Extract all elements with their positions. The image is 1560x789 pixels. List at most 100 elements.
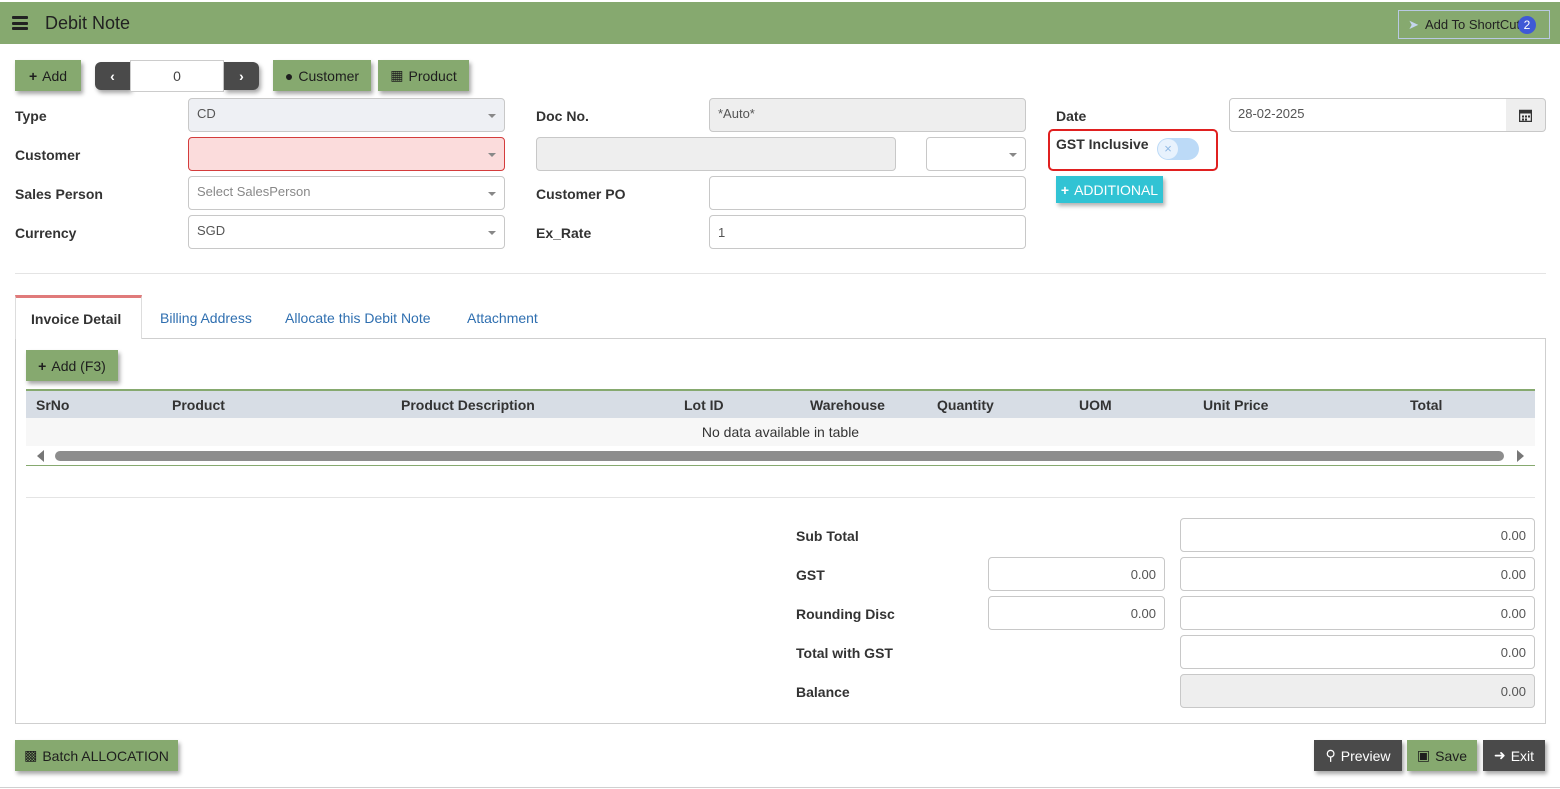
preview-button[interactable]: ⚲ Preview [1314,740,1402,771]
col-srno[interactable]: SrNo [36,397,69,413]
customer-button[interactable]: ● Customer [273,60,371,91]
prev-record-button[interactable]: ‹ [95,62,130,90]
gift-icon: ▦ [390,67,404,83]
gst-rate-input[interactable]: 0.00 [988,557,1165,591]
scrollbar-thumb[interactable] [55,451,1504,461]
user-icon: ● [284,67,294,84]
table-header: SrNo Product Product Description Lot ID … [26,389,1535,418]
chevron-down-icon [1009,153,1017,157]
exit-button[interactable]: ➜ Exit [1483,740,1545,771]
rounding-rate-input[interactable]: 0.00 [988,596,1165,630]
gst-inclusive-toggle[interactable]: × [1157,138,1199,160]
customer-po-input[interactable] [709,176,1026,210]
customer-extra-select[interactable] [926,137,1026,171]
chevron-down-icon [488,231,496,235]
total-with-gst-field: 0.00 [1180,635,1535,669]
currency-select[interactable]: SGD [188,215,505,249]
balance-field: 0.00 [1180,674,1535,708]
customer-name-field [536,137,896,171]
date-field[interactable]: 28-02-2025 [1229,98,1509,132]
tab-allocate-debit-note[interactable]: Allocate this Debit Note [285,310,431,326]
col-unit-price[interactable]: Unit Price [1203,397,1268,413]
col-uom[interactable]: UOM [1079,397,1112,413]
divider [26,497,1535,498]
divider [15,273,1546,274]
col-product[interactable]: Product [172,397,225,413]
product-button[interactable]: ▦ Product [378,60,469,91]
gst-inclusive-label: GST Inclusive [1056,136,1149,152]
chevron-right-icon: › [239,68,244,84]
save-icon: ▣ [1416,747,1431,763]
rounding-amount-field: 0.00 [1180,596,1535,630]
additional-button[interactable]: + ADDITIONAL [1056,176,1163,203]
total-with-gst-label: Total with GST [796,645,893,661]
add-line-label: Add (F3) [51,357,106,374]
sub-total-label: Sub Total [796,528,859,544]
rocket-icon: ➤ [1408,17,1419,32]
empty-table-message: No data available in table [701,424,860,440]
gst-amount-field: 0.00 [1180,557,1535,591]
scroll-right-icon[interactable] [1517,450,1524,462]
type-label: Type [15,108,47,124]
next-record-button[interactable]: › [224,62,259,90]
tab-attachment[interactable]: Attachment [467,310,538,326]
plus-icon: + [1060,181,1070,198]
currency-label: Currency [15,225,77,241]
chevron-down-icon [488,153,496,157]
tab-billing-address[interactable]: Billing Address [160,310,252,326]
archive-icon: ▩ [24,747,38,763]
batch-allocation-label: Batch ALLOCATION [42,747,169,764]
add-label: Add [42,67,68,84]
top-bar: Debit Note ➤ Add To ShortCut 2 [0,2,1560,44]
currency-value: SGD [197,223,226,238]
doc-no-label: Doc No. [536,108,589,124]
close-icon: × [1158,139,1178,159]
chevron-down-icon [488,114,496,118]
balance-label: Balance [796,684,850,700]
bottom-border [0,787,1560,788]
sales-person-placeholder: Select SalesPerson [197,184,311,199]
sales-person-select[interactable]: Select SalesPerson [188,176,505,210]
type-value: CD [197,106,216,121]
col-warehouse[interactable]: Warehouse [810,397,885,413]
col-lot-id[interactable]: Lot ID [684,397,724,413]
save-label: Save [1435,747,1468,764]
shortcut-count-badge: 2 [1518,16,1536,34]
chevron-down-icon [488,192,496,196]
page-title: Debit Note [45,13,131,33]
calendar-icon [1519,109,1532,122]
add-button[interactable]: + Add [15,60,81,91]
col-product-description[interactable]: Product Description [401,397,535,413]
sub-total-field: 0.00 [1180,518,1535,552]
product-label: Product [408,67,457,84]
date-label: Date [1056,108,1087,124]
batch-allocation-button[interactable]: ▩ Batch ALLOCATION [15,740,178,771]
plus-icon: + [38,357,47,374]
plus-icon: + [28,67,38,84]
horizontal-scrollbar[interactable] [26,446,1535,466]
sign-out-icon: ➜ [1493,747,1506,763]
customer-select[interactable] [188,137,505,171]
col-quantity[interactable]: Quantity [937,397,994,413]
sales-person-label: Sales Person [15,186,103,202]
calendar-button[interactable] [1506,98,1546,132]
table-row: No data available in table [26,418,1535,446]
ex-rate-input[interactable]: 1 [709,215,1026,249]
rounding-disc-label: Rounding Disc [796,606,895,622]
record-number-input[interactable]: 0 [130,60,224,92]
save-button[interactable]: ▣ Save [1407,740,1477,771]
customer-label: Customer [298,67,360,84]
doc-no-field: *Auto* [709,98,1026,132]
tab-invoice-detail[interactable]: Invoice Detail [15,295,142,339]
exit-label: Exit [1510,747,1535,764]
customer-po-label: Customer PO [536,186,626,202]
preview-label: Preview [1340,747,1391,764]
menu-icon[interactable] [12,16,28,30]
customer-label: Customer [15,147,81,163]
type-select[interactable]: CD [188,98,505,132]
scroll-left-icon[interactable] [37,450,44,462]
gst-label: GST [796,567,825,583]
shortcut-label: Add To ShortCut [1425,17,1521,32]
col-total[interactable]: Total [1410,397,1442,413]
add-line-button[interactable]: + Add (F3) [26,350,118,381]
